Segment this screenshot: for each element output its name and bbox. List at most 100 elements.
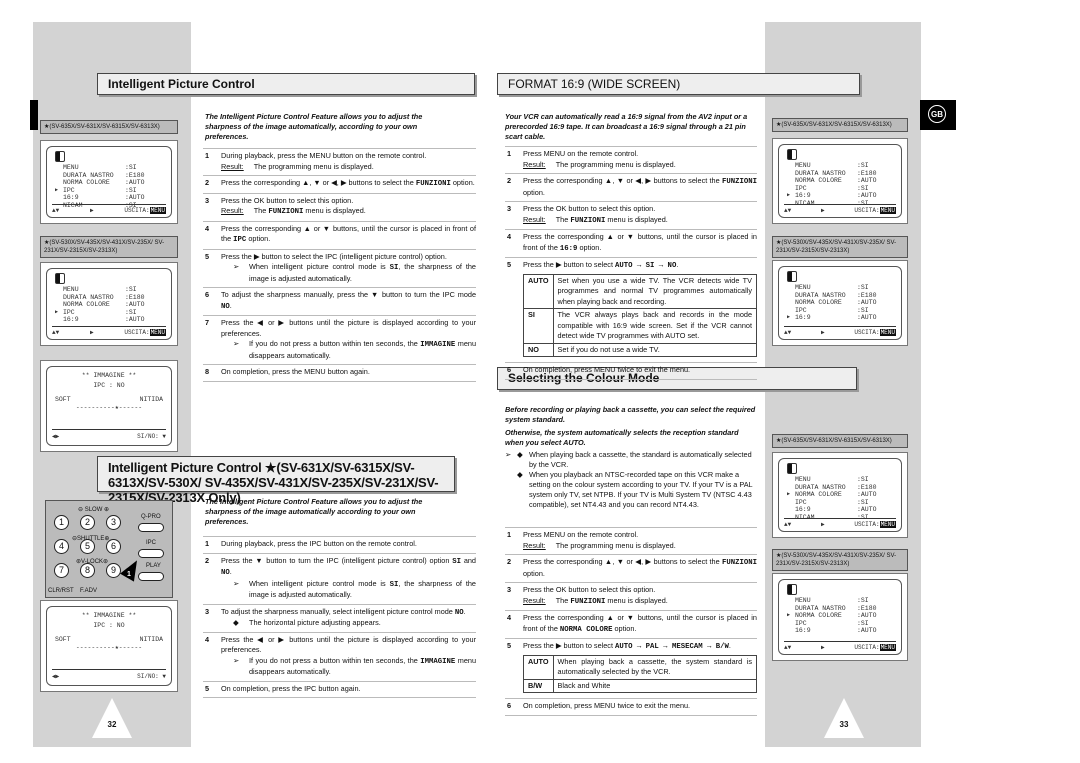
step-number: 4 (507, 613, 512, 622)
sharpness-scale: ----------★------ (75, 644, 143, 651)
menu-item-label: MENU (63, 164, 79, 171)
mono-term: FUNZIONI (415, 180, 451, 188)
menu-screen: MENU:SI DURATA NASTRO:E180 NORMA COLORE:AU… (772, 138, 908, 224)
step-number: 6 (507, 701, 512, 710)
step-result: Result: The FUNZIONI menu is displayed. (221, 206, 366, 216)
digit-button-2[interactable]: 2 (80, 515, 95, 530)
options-icon (787, 149, 797, 160)
menu-row: NORMA COLORE:AUTO (787, 177, 893, 185)
step-body: Press the corresponding ▲, ▼ or ◀, ▶ but… (523, 176, 757, 198)
cursor-icon: ▶ (787, 192, 791, 198)
step-text: Press the corresponding ▲, ▼ or ◀, ▶ but… (523, 176, 757, 197)
menu-row: 16:9:AUTO (787, 627, 893, 635)
qpro-button[interactable] (138, 523, 164, 532)
menu-item-label: MENU (795, 476, 811, 483)
digit-button-9[interactable]: 9 (106, 563, 121, 578)
menu-screen: MENU:SI DURATA NASTRO:E180 ▶ NORMA COLORE:A… (772, 452, 908, 538)
step-result: Result: The programming menu is displayed… (221, 161, 374, 171)
screen-inner: MENU:SI DURATA NASTRO:E180 ▶ NORMA COLORE:A… (778, 458, 902, 532)
step-number: 5 (507, 260, 512, 269)
colour-intro-1: Before recording or playing back a casse… (505, 405, 756, 424)
mono-term: FUNZIONI (721, 178, 757, 186)
cursor-icon: ▶ (787, 491, 791, 497)
screen-footer: ▲▼ ▶ USCITA:MENU (784, 204, 896, 214)
ipc-button[interactable] (138, 549, 164, 558)
options-row: AUTO Set when you use a wide TV. The VCR … (523, 273, 758, 309)
digit-button-5[interactable]: 5 (80, 539, 95, 554)
step-text: Press the ◀ or ▶ buttons until the pictu… (221, 318, 476, 338)
nav-arrows-icon: ▲▼ (784, 644, 792, 651)
colour-steps: 1 Press MENU on the remote control. Result… (505, 527, 758, 716)
digit-button-8[interactable]: 8 (80, 563, 95, 578)
menu-row: DURATA NASTRO:E180 (787, 605, 893, 613)
mono-term: FUNZIONI (570, 597, 606, 606)
ipc2-intro: The Intelligent Picture Control Feature … (205, 497, 423, 526)
step-text: On completion, press the IPC button agai… (221, 683, 361, 693)
step-text: On completion, press MENU twice to exit … (523, 701, 691, 710)
step-row: 2 Press the corresponding ▲, ▼ or ◀, ▶ bu… (505, 554, 757, 582)
screen-footer: ▲▼ ▶ USCITA:MENU (784, 326, 896, 336)
digit-button-3[interactable]: 3 (106, 515, 121, 530)
menu-item-label: NORMA COLORE (795, 491, 842, 498)
step-row: 5 Press the ▶ button to select AUTO → SI … (505, 257, 758, 362)
step-number: 8 (205, 367, 210, 376)
menu-row: ▶ 16:9:AUTO (787, 314, 893, 322)
cursor-icon (55, 286, 63, 294)
imagine-title: ** IMMAGINE ** (81, 372, 137, 379)
cursor-icon (787, 185, 795, 193)
ipc-status: IPC : NO (93, 622, 125, 629)
menu-item-value: :SI (125, 164, 137, 171)
options-icon (787, 584, 797, 595)
digit-button-1[interactable]: 1 (54, 515, 69, 530)
cursor-icon: ▶ (787, 314, 791, 320)
step-number: 7 (205, 318, 210, 327)
step-body: Press the OK button to select this optio… (523, 585, 757, 607)
step-body: Press the OK button to select this optio… (523, 204, 757, 226)
step-row: 3 To adjust the sharpness manually, selec… (203, 603, 476, 632)
menu-item-label: 16:9 (795, 314, 811, 321)
step-text: Press the OK button to select this optio… (523, 204, 656, 213)
menu-item-label: MENU (795, 597, 811, 604)
result-label: Result: (523, 214, 546, 224)
step-row: 3 Press the OK button to select this opti… (505, 201, 757, 229)
digit-button-7[interactable]: 7 (54, 563, 69, 578)
options-icon (787, 271, 797, 282)
remote-control-illustration: ⊖ SLOW ⊕ Q-PRO ⊖SHUTTLE⊕ IPC ⊛V-LOCK⊛ PL… (45, 500, 173, 598)
cursor-icon (55, 316, 63, 324)
note-arrow-icon: ➢ (233, 262, 240, 271)
step-text: Press the ▼ button to turn the IPC (inte… (221, 555, 476, 578)
screen-inner: MENU:SI DURATA NASTRO:E180 NORMA COLORE:AU… (46, 268, 172, 340)
screen-inner: MENU:SI DURATA NASTRO:E180 NORMA COLORE:AU… (778, 144, 902, 218)
step-result: Result: The programming menu is displayed… (523, 159, 676, 169)
menu-item-value: :SI (857, 498, 869, 506)
step-text: Press the OK button to select this optio… (523, 585, 656, 594)
menu-item-label: NORMA COLORE (795, 177, 842, 184)
result-label: Result: (523, 540, 546, 550)
menu-item-label: NORMA COLORE (795, 612, 842, 619)
menu-screen: MENU:SI DURATA NASTRO:E180 NORMA COLORE:AU… (40, 262, 178, 346)
ipc-label: IPC (146, 540, 157, 546)
option-key: NO (523, 342, 554, 357)
mono-term: IPC (233, 236, 247, 244)
note-arrow-icon: ➢ (233, 578, 240, 588)
digit-button-6[interactable]: 6 (106, 539, 121, 554)
step-text: Press MENU on the remote control. (523, 149, 639, 158)
screen-inner: ** IMMAGINE ** IPC : NO SOFT NITIDA -------… (46, 366, 172, 446)
step-row: 2 Press the ▼ button to turn the IPC (int… (203, 552, 476, 604)
option-desc: Black and White (552, 678, 758, 693)
step-number: 3 (205, 195, 210, 205)
digit-button-4[interactable]: 4 (54, 539, 69, 554)
step-number: 6 (205, 290, 210, 299)
menu-row: ▶ NORMA COLORE:AUTO (787, 612, 893, 620)
menu-row: IPC:SI (787, 620, 893, 628)
step-number: 2 (507, 176, 512, 185)
menu-item-value: :AUTO (125, 179, 145, 186)
menu-row: DURATA NASTRO:E180 (787, 484, 893, 492)
step-number: 1 (507, 530, 512, 539)
ipc2-header: Intelligent Picture Control ★(SV-631X/SV… (97, 456, 455, 505)
step-body: On completion, press the IPC button agai… (221, 684, 476, 695)
colour-notes: ➢ ◆ When playing back a cassette, the stan… (505, 450, 757, 510)
step-text: Press the ▶ button to select AUTO → SI →… (523, 260, 679, 270)
play-button[interactable] (138, 572, 164, 581)
language-badge: GB (928, 105, 946, 123)
